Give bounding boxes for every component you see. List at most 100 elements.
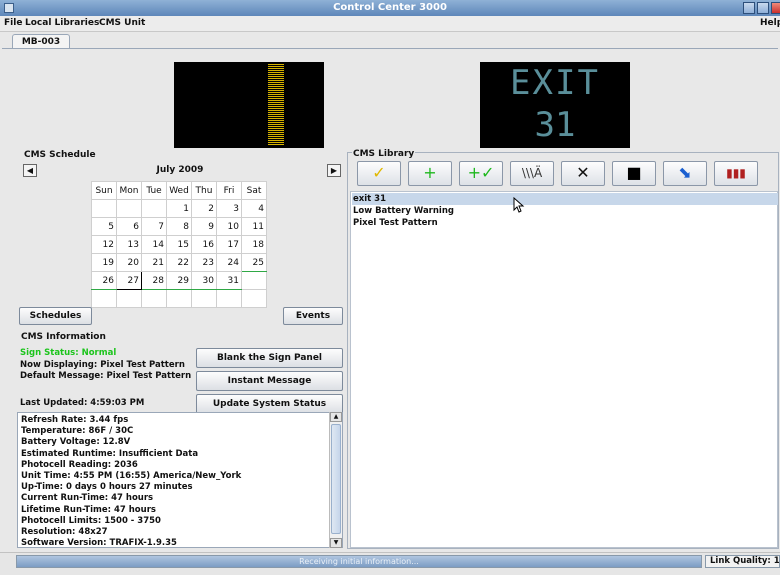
calendar-day[interactable]: 5 [91,217,117,236]
maximize-button[interactable] [757,2,769,14]
log-line: Resolution: 48x27 [21,527,108,537]
calendar-day[interactable]: 16 [191,235,217,254]
calendar-day[interactable]: 20 [116,253,142,272]
calendar-day [241,289,267,308]
calendar-day[interactable]: 3 [216,199,242,218]
calendar-day[interactable]: 4 [241,199,267,218]
calendar-day [116,289,142,308]
calendar-day[interactable]: 21 [141,253,167,272]
calendar-day[interactable]: 22 [166,253,192,272]
edit-message-icon[interactable]: \\\Ä [510,161,554,186]
delete-x-icon[interactable]: ✕ [561,161,605,186]
default-message: Default Message: Pixel Test Pattern [20,371,192,381]
calendar-day[interactable]: 30 [191,271,217,290]
close-button[interactable] [771,2,780,14]
calendar-day[interactable]: 14 [141,235,167,254]
calendar-day-header: Wed [166,181,192,200]
calendar-day[interactable]: 10 [216,217,242,236]
calendar-day [116,199,142,218]
library-list[interactable]: exit 31 Low Battery Warning Pixel Test Pat… [350,191,778,548]
blank-sign-panel-button[interactable]: Blank the Sign Panel [196,348,343,368]
calendar-day[interactable]: 17 [216,235,242,254]
sign-preview-current [174,62,324,148]
calendar-day[interactable]: 18 [241,235,267,254]
scroll-down-icon[interactable]: ▼ [330,538,342,548]
calendar-grid: Sun Mon Tue Wed Thu Fri Sat 1 2 3 4 5 6 7 8 9 10 11 12 13 1… [91,181,267,308]
activate-check-icon[interactable]: ✓ [357,161,401,186]
library-item[interactable]: exit 31 [352,193,778,205]
title-bar: Control Center 3000 [0,0,780,16]
scroll-thumb[interactable] [331,424,341,534]
calendar-day[interactable]: 8 [166,217,192,236]
cms-library-label: CMS Library [352,149,416,159]
calendar-day-header: Fri [216,181,242,200]
send-arrow-icon[interactable]: ⬊ [663,161,707,186]
calendar-day[interactable]: 29 [166,271,192,290]
instant-message-button[interactable]: Instant Message [196,371,343,391]
window-title: Control Center 3000 [333,2,447,13]
log-line: Photocell Reading: 2036 [21,459,138,470]
prev-month-button[interactable]: ◀ [23,164,37,177]
minimize-button[interactable] [743,2,755,14]
progress-bar: Receiving initial information... [16,555,702,568]
calendar-day[interactable]: 31 [216,271,242,290]
log-line: Current Run-Time: 47 hours [21,493,154,504]
calendar-day-header: Tue [141,181,167,200]
calendar-day[interactable]: 25 [241,253,267,272]
scroll-up-icon[interactable]: ▲ [330,412,342,422]
calendar-day[interactable]: 7 [141,217,167,236]
calendar-month: July 2009 [156,165,204,175]
calendar-day[interactable]: 15 [166,235,192,254]
mouse-pointer-icon [513,197,525,213]
tab-mb-003[interactable]: MB-003 [12,34,70,49]
cms-information-label: CMS Information [20,332,107,342]
calendar-day[interactable]: 26 [91,271,117,290]
sign-preview-selected: EXIT 31 [480,62,630,148]
next-month-button[interactable]: ▶ [327,164,341,177]
calendar-day[interactable]: 2 [191,199,217,218]
log-line: Unit Time: 4:55 PM (16:55) America/New_Y… [21,471,242,481]
calendar-day[interactable]: 27 [116,271,142,290]
schedules-button[interactable]: Schedules [19,307,92,325]
update-system-status-button[interactable]: Update System Status [196,394,343,414]
calendar-day[interactable]: 9 [191,217,217,236]
calendar-day[interactable]: 12 [91,235,117,254]
add-plus-icon[interactable]: + [408,161,452,186]
events-button[interactable]: Events [283,307,343,325]
calendar-day[interactable]: 1 [166,199,192,218]
blank-square-icon[interactable]: ■ [612,161,656,186]
calendar-day [91,199,117,218]
calendar-day-header: Sat [241,181,267,200]
calendar-day[interactable]: 13 [116,235,142,254]
calendar-day [166,289,192,308]
calendar-day[interactable]: 6 [116,217,142,236]
last-updated: Last Updated: 4:59:03 PM [20,398,145,408]
calendar-day[interactable]: 28 [141,271,167,290]
log-scrollbar[interactable]: ▲ ▼ [329,412,342,548]
calendar-day [91,289,117,308]
preview-line-1: EXIT [510,63,600,103]
calendar-day[interactable]: 11 [241,217,267,236]
library-item[interactable]: Pixel Test Pattern [352,217,778,229]
menu-file[interactable]: File [4,18,22,28]
calendar-day [141,289,167,308]
add-activate-icon[interactable]: +✓ [459,161,503,186]
log-line: Photocell Limits: 1500 - 3750 [21,515,161,526]
menu-local-libraries[interactable]: Local Libraries [25,18,99,28]
calendar-day[interactable]: 24 [216,253,242,272]
library-books-icon[interactable]: ▮▮▮ [714,161,758,186]
calendar-day[interactable]: 23 [191,253,217,272]
preview-line-2: 31 [534,105,576,145]
calendar-day-header: Thu [191,181,217,200]
log-line: Temperature: 86F / 30C [21,426,134,437]
pixel-test-pattern [268,64,284,146]
sign-status: Sign Status: Normal [20,348,117,358]
log-line: Up-Time: 0 days 0 hours 27 minutes [21,482,193,493]
system-status-log[interactable]: Refresh Rate: 3.44 fps Temperature: 86F /… [17,412,343,548]
menu-cms-unit[interactable]: CMS Unit [99,18,145,28]
library-item[interactable]: Low Battery Warning [352,205,778,217]
log-line: Lifetime Run-Time: 47 hours [21,504,156,515]
menu-help[interactable]: Help [760,18,780,28]
calendar-day [241,271,267,290]
calendar-day[interactable]: 19 [91,253,117,272]
